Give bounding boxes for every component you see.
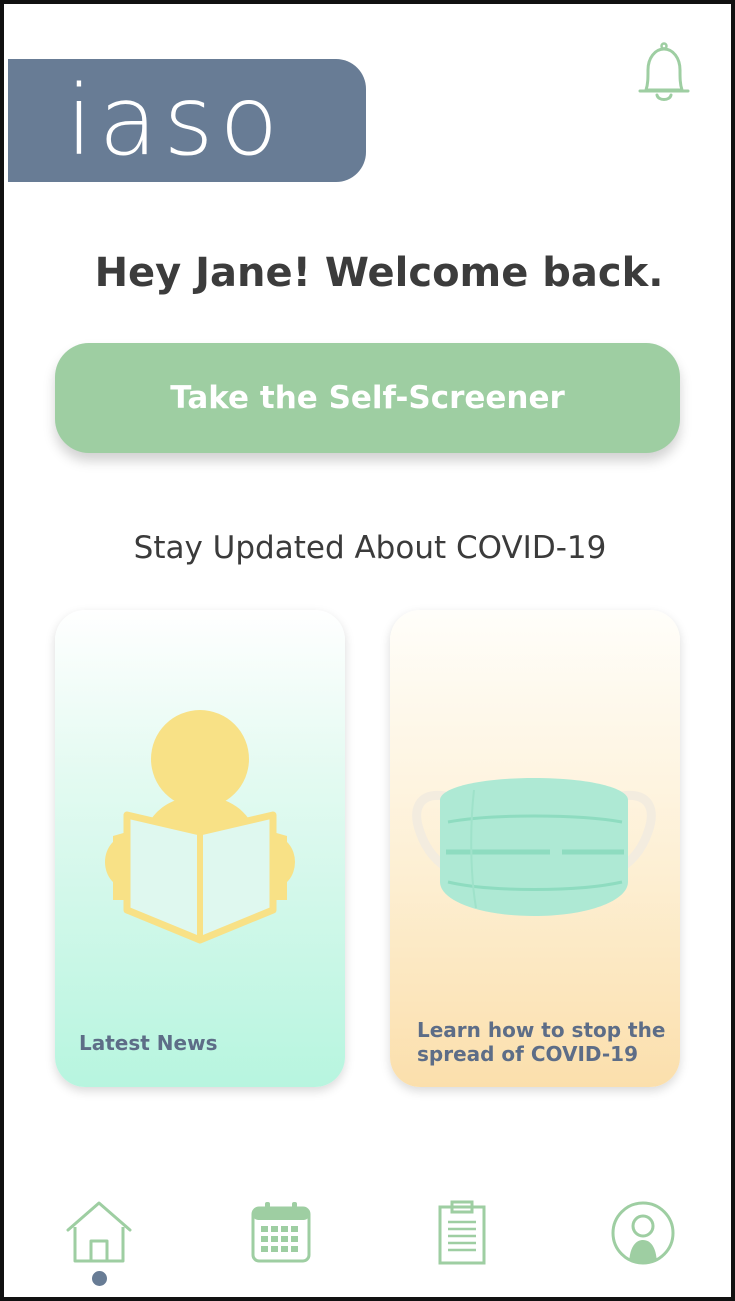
self-screener-button[interactable]: Take the Self-Screener — [55, 343, 680, 453]
calendar-icon[interactable] — [250, 1200, 312, 1264]
stop-spread-card[interactable]: Learn how to stop the spread of COVID-19 — [390, 610, 680, 1087]
latest-news-card[interactable]: Latest News — [55, 610, 345, 1087]
profile-icon[interactable] — [610, 1200, 676, 1266]
clipboard-icon[interactable] — [437, 1200, 487, 1266]
logo: iaso — [66, 65, 285, 177]
face-mask-icon — [412, 778, 656, 916]
stop-spread-label: Learn how to stop the spread of COVID-19 — [417, 1018, 666, 1066]
home-icon[interactable] — [64, 1200, 134, 1264]
latest-news-label: Latest News — [79, 1031, 218, 1055]
greeting-heading: Hey Jane! Welcome back. — [94, 250, 664, 296]
active-tab-indicator — [92, 1271, 107, 1286]
section-title: Stay Updated About COVID-19 — [133, 530, 607, 566]
bell-icon[interactable] — [632, 40, 696, 106]
logo-banner: iaso — [8, 59, 366, 182]
person-reading-icon — [105, 710, 295, 944]
app-screen: iaso Hey Jane! Welcome back. Take the Se… — [0, 0, 735, 1301]
